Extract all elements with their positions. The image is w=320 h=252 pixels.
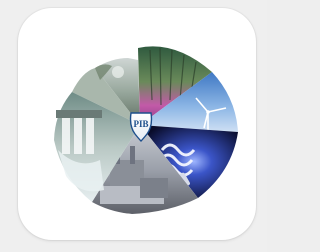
pib-logo-text: PIB: [133, 119, 148, 129]
pib-logo-graphic: PIB: [54, 46, 238, 214]
screen: PIB: [0, 0, 267, 252]
